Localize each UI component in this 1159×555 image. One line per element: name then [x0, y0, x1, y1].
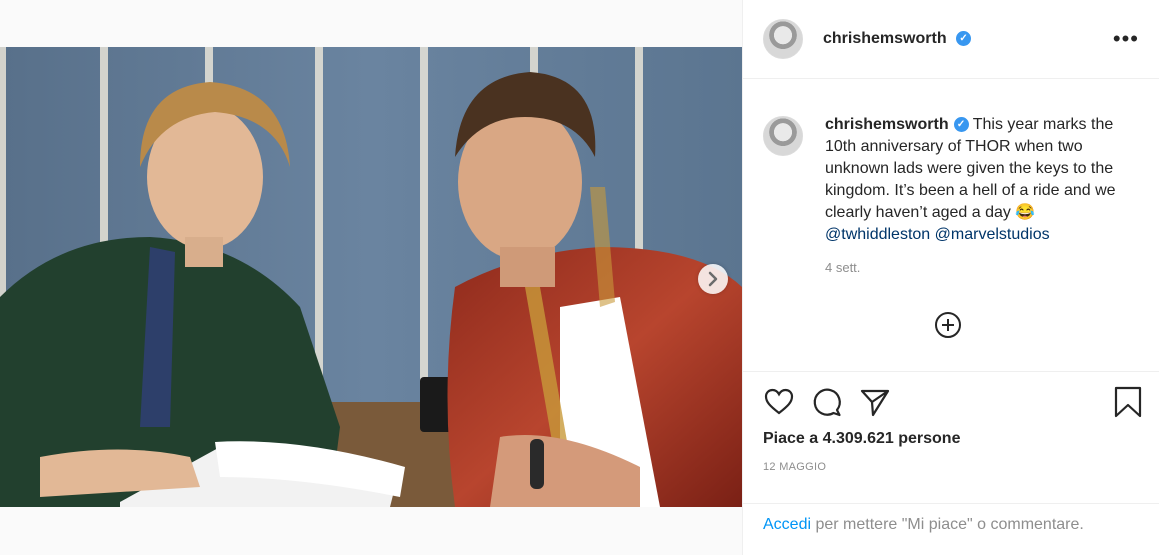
username-link[interactable]: chrishemsworth ✓: [823, 30, 972, 48]
post-date[interactable]: 12 MAGGIO: [763, 461, 826, 473]
comment-icon[interactable]: [811, 386, 843, 418]
action-icons: [763, 386, 1142, 420]
photo-illustration: [0, 47, 742, 507]
caption-row: chrishemsworth ✓ This year marks the 10th…: [763, 114, 1139, 246]
next-photo-button[interactable]: [698, 264, 728, 294]
heart-icon[interactable]: [763, 386, 795, 418]
more-options-icon[interactable]: •••: [1113, 28, 1139, 50]
mention-twhiddleston[interactable]: @twhiddleston: [825, 226, 930, 243]
mention-marvelstudios[interactable]: @marvelstudios: [935, 226, 1050, 243]
bookmark-icon[interactable]: [1113, 386, 1143, 418]
login-link[interactable]: Accedi: [763, 516, 811, 533]
verified-badge-icon: ✓: [953, 117, 969, 133]
add-comment-icon[interactable]: [935, 312, 961, 338]
post-actions: Piace a 4.309.621 persone 12 MAGGIO: [743, 371, 1159, 503]
caption-username[interactable]: chrishemsworth: [825, 116, 949, 133]
caption-avatar[interactable]: [763, 116, 803, 156]
post-media: [0, 0, 742, 555]
avatar[interactable]: [763, 19, 803, 59]
comments-section: chrishemsworth ✓ This year marks the 10th…: [743, 80, 1159, 370]
likes-count[interactable]: Piace a 4.309.621 persone: [763, 430, 960, 448]
post-photo[interactable]: [0, 47, 742, 507]
login-prompt-text: per mettere "Mi piace" o commentare.: [811, 516, 1084, 533]
chevron-right-icon: [708, 271, 718, 287]
username-text: chrishemsworth: [823, 30, 947, 47]
login-prompt: Accedi per mettere "Mi piace" o commenta…: [743, 503, 1159, 555]
post-time-ago[interactable]: 4 sett.: [825, 260, 1139, 275]
share-icon[interactable]: [859, 386, 891, 418]
laughing-emoji-icon: 😂: [1015, 204, 1036, 221]
caption: chrishemsworth ✓ This year marks the 10th…: [825, 114, 1121, 246]
verified-badge-icon: ✓: [956, 31, 972, 47]
post-header: chrishemsworth ✓ •••: [743, 0, 1159, 79]
post-side-panel: chrishemsworth ✓ ••• chrishemsworth ✓ Thi…: [742, 0, 1159, 555]
